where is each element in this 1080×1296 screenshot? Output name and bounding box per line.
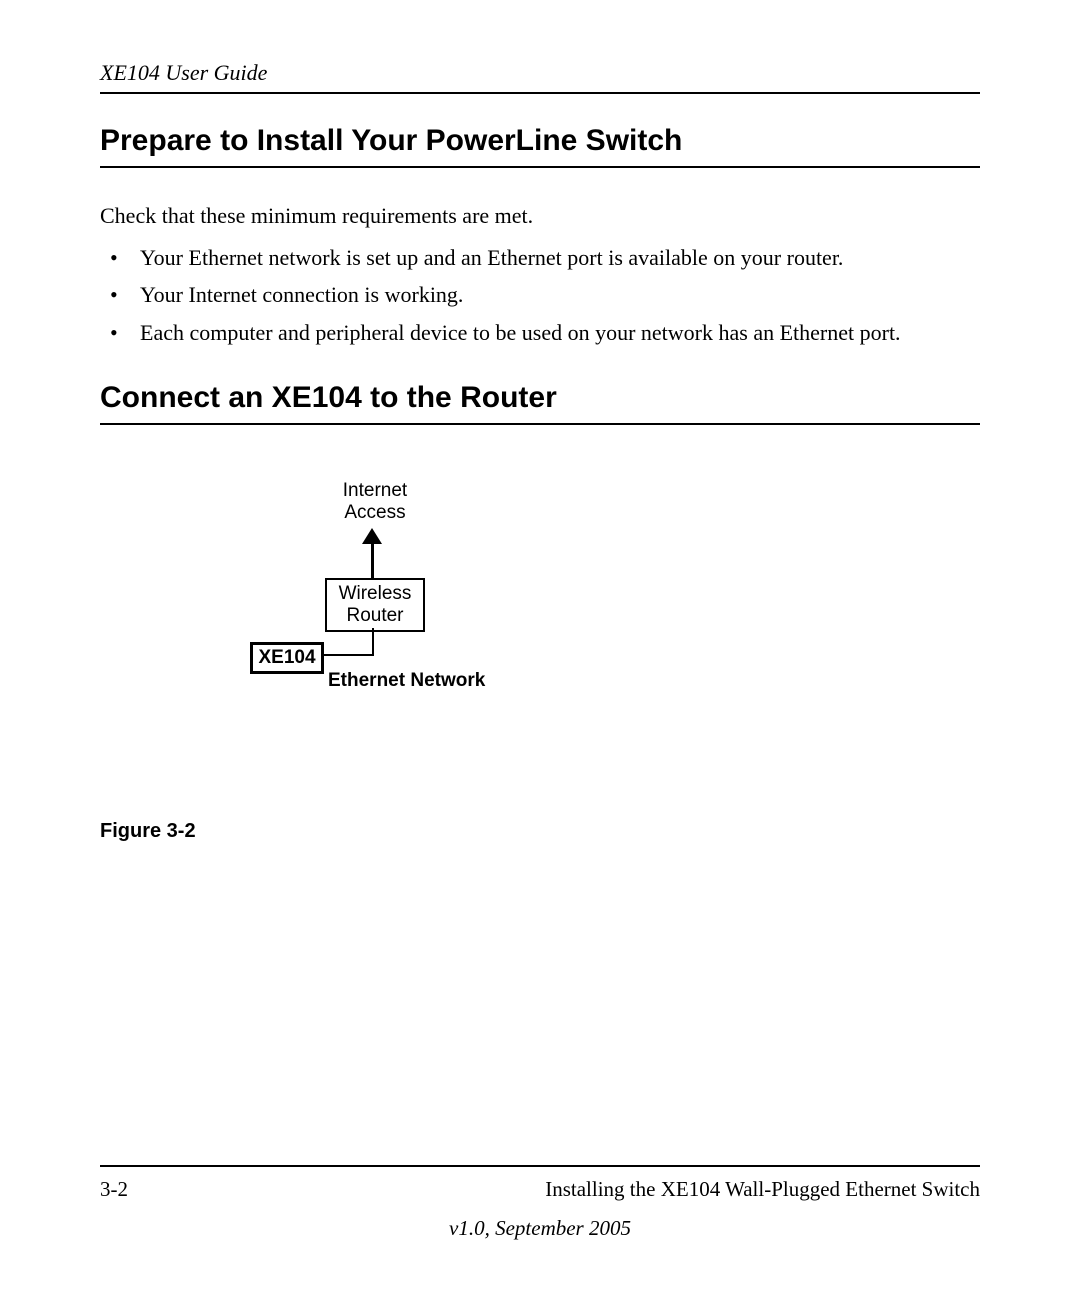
list-item: Each computer and peripheral device to b…	[110, 314, 980, 351]
diagram-text: Wireless	[339, 583, 412, 604]
intro-text: Check that these minimum requirements ar…	[100, 203, 980, 229]
requirements-list: Your Ethernet network is set up and an E…	[110, 239, 980, 351]
network-diagram: Internet Access Wireless Router XE104 Et…	[240, 480, 560, 710]
connector-line	[372, 628, 374, 656]
xe104-box: XE104	[250, 642, 324, 674]
internet-access-label: Internet Access	[315, 480, 435, 524]
diagram-text: Router	[346, 605, 403, 626]
connector-line	[322, 654, 374, 656]
list-item: Your Ethernet network is set up and an E…	[110, 239, 980, 276]
section-rule	[100, 166, 980, 168]
list-item: Your Internet connection is working.	[110, 276, 980, 313]
footer-rule	[100, 1165, 980, 1167]
running-header: XE104 User Guide	[100, 60, 980, 86]
chapter-title: Installing the XE104 Wall-Plugged Ethern…	[545, 1177, 980, 1202]
figure-caption: Figure 3-2	[100, 820, 980, 843]
page-footer: 3-2 Installing the XE104 Wall-Plugged Et…	[100, 1165, 980, 1241]
header-rule	[100, 92, 980, 94]
page: XE104 User Guide Prepare to Install Your…	[0, 0, 1080, 1296]
diagram-text: Access	[344, 502, 405, 523]
footer-version: v1.0, September 2005	[100, 1216, 980, 1241]
section-rule	[100, 423, 980, 425]
ethernet-network-label: Ethernet Network	[328, 670, 485, 692]
section-title-prepare: Prepare to Install Your PowerLine Switch	[100, 124, 980, 158]
page-number: 3-2	[100, 1177, 128, 1202]
diagram-text: Internet	[343, 480, 407, 501]
wireless-router-box: Wireless Router	[325, 578, 425, 632]
section-title-connect: Connect an XE104 to the Router	[100, 381, 980, 415]
footer-line: 3-2 Installing the XE104 Wall-Plugged Et…	[100, 1177, 980, 1202]
